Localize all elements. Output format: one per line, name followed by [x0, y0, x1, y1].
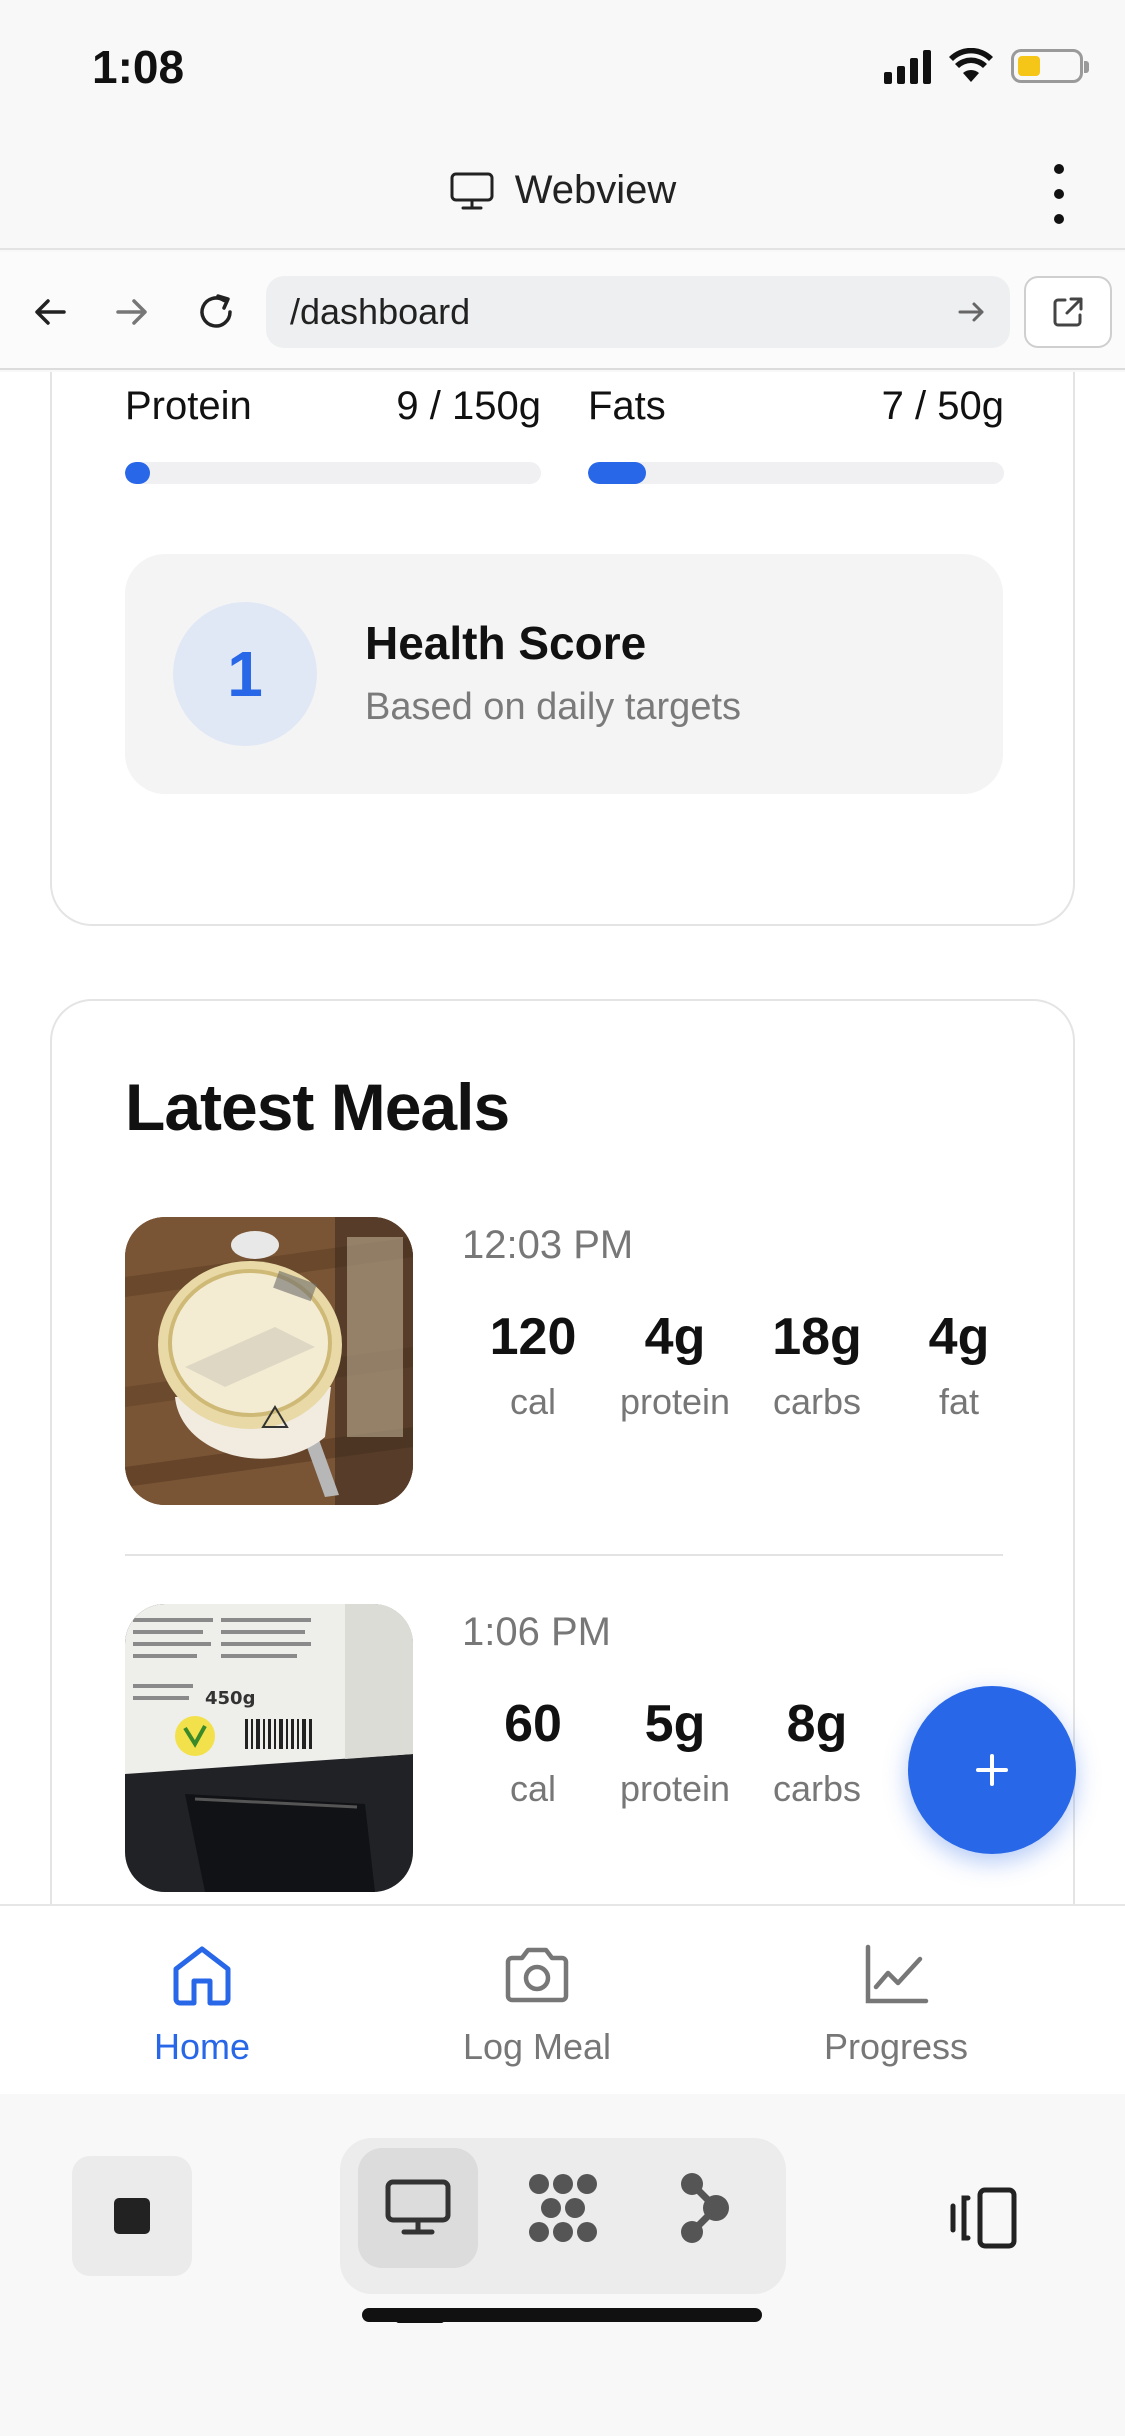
split-view-button[interactable] — [948, 2186, 1020, 2255]
protein-value: 9 / 150g — [396, 384, 541, 428]
monitor-icon — [450, 172, 494, 209]
protein-label: Protein — [125, 384, 252, 428]
stat-value: 4g — [928, 1308, 990, 1366]
wifi-icon — [949, 48, 993, 82]
battery-icon — [1011, 49, 1089, 83]
stat-value: 8g — [786, 1695, 848, 1753]
stop-button[interactable] — [72, 2156, 192, 2276]
meal-divider — [125, 1554, 1003, 1556]
fats-label: Fats — [588, 384, 666, 428]
stat-value: 5g — [644, 1695, 706, 1753]
daily-summary-card: Protein 9 / 150g Fats 7 / 50g 1 Health S… — [50, 372, 1075, 926]
meal-item[interactable]: 450g 1:06 PM 60 cal 5g protein 8g carbs — [125, 1604, 1005, 1894]
meal-calories: 120 cal — [462, 1307, 604, 1423]
protein-progress-bar — [125, 462, 541, 484]
grid-mode-button[interactable] — [503, 2148, 623, 2268]
webview-title-text: Webview — [514, 168, 677, 212]
arrow-right-icon — [116, 299, 147, 325]
webview-mode-button[interactable] — [358, 2148, 478, 2268]
bottom-tab-bar: Home Log Meal Progress — [0, 1904, 1125, 2094]
fats-progress-fill — [588, 462, 647, 484]
protein-progress-fill — [125, 462, 150, 484]
meal-protein: 4g protein — [604, 1307, 746, 1423]
meal-time: 1:06 PM — [462, 1610, 611, 1654]
camera-icon — [505, 1947, 569, 2003]
fats-value: 7 / 50g — [881, 384, 1004, 428]
add-meal-fab[interactable] — [908, 1686, 1076, 1854]
stat-unit: protein — [619, 1381, 731, 1422]
reload-button[interactable] — [186, 282, 246, 342]
stat-unit: cal — [509, 1768, 557, 1809]
split-view-icon — [950, 2187, 1017, 2249]
status-bar: 1:08 — [0, 0, 1125, 140]
flow-mode-button[interactable] — [646, 2148, 766, 2268]
stat-unit: protein — [619, 1768, 731, 1809]
webview-header: Webview — [0, 140, 1125, 250]
health-score-panel: 1 Health Score Based on daily targets — [125, 554, 1003, 794]
webview-title: Webview — [0, 168, 1125, 213]
url-toolbar: /dashboard — [0, 252, 1125, 370]
meal-item[interactable]: 12:03 PM 120 cal 4g protein 18g carbs 4g… — [125, 1217, 1005, 1507]
tab-label: Progress — [823, 2026, 969, 2067]
health-score-title: Health Score — [365, 617, 647, 669]
meal-carbs: 18g carbs — [746, 1307, 888, 1423]
meal-stats: 120 cal 4g protein 18g carbs 4g fat — [462, 1307, 1030, 1423]
stat-unit: carbs — [772, 1381, 862, 1422]
status-time: 1:08 — [92, 41, 185, 93]
plus-icon — [976, 1754, 1008, 1786]
meal-calories: 60 cal — [462, 1694, 604, 1810]
cellular-signal-icon — [884, 48, 931, 84]
go-arrow-icon[interactable] — [954, 294, 990, 330]
node-graph-icon — [681, 2173, 729, 2243]
tab-label: Home — [153, 2026, 251, 2067]
url-input[interactable]: /dashboard — [266, 276, 1010, 348]
tab-log-meal[interactable]: Log Meal — [407, 1938, 667, 2068]
monitor-icon — [385, 2179, 451, 2235]
stat-unit: fat — [938, 1381, 980, 1422]
stop-icon — [114, 2198, 150, 2234]
forward-button[interactable] — [102, 282, 162, 342]
device-toolbar — [0, 2094, 1125, 2436]
view-mode-group — [340, 2138, 786, 2294]
tab-label: Log Meal — [462, 2026, 612, 2067]
stat-value: 60 — [504, 1695, 562, 1753]
meal-carbs: 8g carbs — [746, 1694, 888, 1810]
stat-unit: carbs — [772, 1768, 862, 1809]
status-icons — [884, 48, 1089, 84]
stat-value: 4g — [644, 1308, 706, 1366]
meal-photo: 450g — [125, 1604, 413, 1892]
latest-meals-title: Latest Meals — [125, 1070, 510, 1144]
stat-value: 18g — [772, 1308, 862, 1366]
dots-grid-icon — [529, 2174, 597, 2242]
health-score-badge: 1 — [173, 602, 317, 746]
reload-icon — [200, 294, 232, 328]
back-button[interactable] — [20, 282, 80, 342]
home-icon — [173, 1946, 231, 2006]
open-external-button[interactable] — [1024, 276, 1112, 348]
tab-home[interactable]: Home — [72, 1938, 332, 2068]
arrow-left-icon — [35, 299, 66, 325]
meal-photo — [125, 1217, 413, 1505]
meal-protein: 5g protein — [604, 1694, 746, 1810]
svg-text:450g: 450g — [205, 1688, 255, 1709]
url-text: /dashboard — [290, 291, 471, 332]
health-score-subtitle: Based on daily targets — [365, 686, 742, 728]
meal-fat: 4g fat — [888, 1307, 1030, 1423]
more-options-icon[interactable] — [1049, 164, 1069, 224]
chart-line-icon — [865, 1944, 929, 2004]
tab-progress[interactable]: Progress — [766, 1938, 1026, 2068]
meal-time: 12:03 PM — [462, 1223, 634, 1267]
home-indicator[interactable] — [362, 2308, 762, 2322]
external-link-icon — [1053, 297, 1083, 327]
stat-value: 120 — [489, 1308, 577, 1366]
fats-progress-bar — [588, 462, 1004, 484]
dashboard-content[interactable]: Protein 9 / 150g Fats 7 / 50g 1 Health S… — [0, 372, 1125, 1904]
stat-unit: cal — [509, 1381, 557, 1422]
